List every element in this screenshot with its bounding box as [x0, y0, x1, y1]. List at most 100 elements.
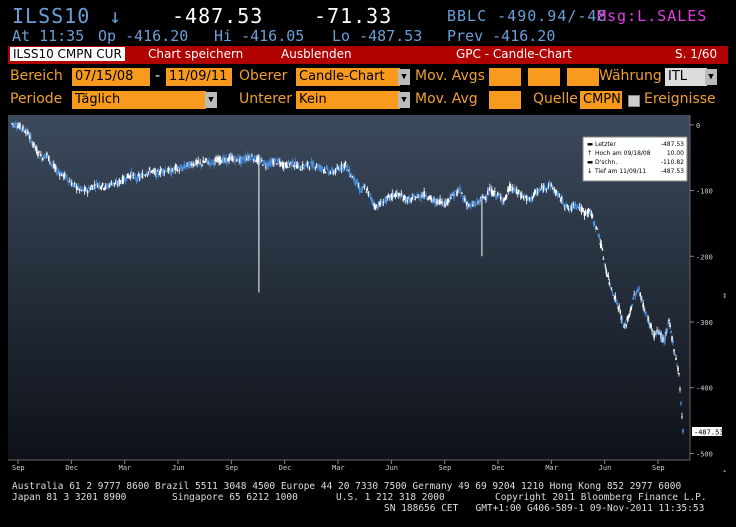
candle-body — [80, 190, 83, 192]
candle-body — [517, 189, 520, 193]
x-tick-label: Dec — [279, 464, 292, 472]
candle-body — [609, 283, 612, 285]
candle-body — [450, 197, 452, 199]
candle-body — [399, 197, 402, 199]
candle-body — [303, 166, 306, 168]
legend-label: Letzter — [595, 141, 616, 148]
legend-box: ▬ Letzter -487.53↑ Hoch am 09/18/08 10.00▬ D'… — [582, 136, 688, 182]
candle-body — [591, 214, 594, 218]
candle-body — [316, 167, 319, 169]
time-label: At 11:35 — [12, 27, 85, 45]
upper-chart-select[interactable]: Candle-Chart — [296, 68, 400, 86]
chevron-down-icon[interactable]: ▼ — [398, 69, 410, 85]
last-price: -487.53 — [172, 4, 264, 28]
period-select[interactable]: Täglich — [72, 91, 206, 109]
end-date-field[interactable]: 11/09/11 — [166, 68, 232, 86]
candle-body — [454, 194, 456, 196]
y-tick-label: -100 — [696, 188, 713, 196]
candle-body — [115, 180, 118, 183]
events-checkbox[interactable] — [628, 95, 640, 107]
candle-body — [276, 163, 278, 165]
candle-body — [673, 349, 675, 352]
candle-body — [47, 154, 49, 156]
candle-body — [158, 174, 161, 176]
movavg-field[interactable] — [489, 91, 521, 109]
candle-body — [188, 162, 191, 168]
page-indicator: S. 1/60 — [675, 47, 718, 61]
candle-body — [385, 197, 388, 203]
hide-button[interactable]: Ausblenden — [281, 47, 352, 61]
scroll-handle-icon[interactable]: ↕ — [722, 291, 727, 301]
candle-body — [493, 193, 495, 196]
candle-body — [615, 299, 618, 301]
source-field[interactable]: CMPN — [580, 91, 622, 109]
candle-body — [625, 324, 628, 326]
candle-body — [574, 203, 577, 207]
candle-body — [635, 291, 638, 295]
ticker-symbol[interactable]: ILSS10 — [12, 4, 90, 28]
candle-body — [172, 170, 175, 172]
candle-body — [497, 192, 499, 195]
candle-body — [516, 192, 519, 194]
movavg-field-3[interactable] — [567, 68, 599, 86]
legend-label: Tief am 11/09/11 — [594, 168, 646, 175]
movavg-field-2[interactable] — [528, 68, 560, 86]
footer-contacts-us: U.S. 1 212 318 2000 — [336, 492, 445, 503]
y-tick-label: -500 — [696, 450, 713, 458]
candle-body — [123, 177, 126, 180]
candle-body — [55, 166, 57, 170]
chevron-down-icon[interactable]: ▼ — [398, 92, 410, 108]
candle-body — [76, 188, 79, 190]
currency-select[interactable]: ITL — [665, 68, 707, 86]
date-separator: - — [155, 68, 161, 84]
message-indicator[interactable]: Msg:L.SALES — [597, 7, 707, 25]
candle-body — [602, 258, 605, 260]
lower-label: Unterer — [239, 91, 293, 107]
candle-body — [650, 325, 652, 328]
candle-body — [634, 295, 637, 298]
candle-body — [677, 367, 679, 371]
candle-body — [537, 190, 540, 193]
candle-body — [61, 171, 64, 175]
candle-body — [496, 195, 498, 199]
chevron-down-icon[interactable]: ▼ — [705, 69, 717, 85]
candle-body — [209, 163, 211, 166]
candle-body — [350, 174, 353, 177]
candle-body — [356, 181, 359, 185]
candle-body — [572, 203, 575, 205]
candle-body — [359, 191, 362, 193]
candle-body — [65, 174, 68, 177]
candle-body — [603, 263, 606, 265]
candle-body — [199, 162, 201, 164]
candle-body — [279, 160, 281, 164]
candle-body — [595, 226, 598, 229]
x-tick-label: Mar — [545, 464, 558, 472]
chevron-down-icon[interactable]: ▼ — [205, 92, 217, 108]
candle-body — [631, 304, 634, 307]
candle-body — [39, 157, 41, 159]
movavg-field-1[interactable] — [489, 68, 521, 86]
candle-body — [439, 198, 441, 204]
candle-chart[interactable]: 0 -100 -200 -300 -400 -500 Sep Dec Mar Jun Sep Dec… — [0, 115, 736, 472]
candle-body — [373, 203, 376, 207]
candle-body — [503, 199, 505, 202]
scroll-handle-icon[interactable]: ↕ — [722, 468, 727, 472]
candle-body — [669, 324, 671, 327]
candle-body — [318, 165, 321, 170]
candle-body — [204, 160, 206, 162]
candle-body — [610, 287, 613, 289]
candle-body — [286, 166, 289, 168]
save-chart-button[interactable]: Chart speichern — [148, 47, 243, 61]
candle-body — [485, 198, 487, 200]
candle-body — [324, 171, 327, 173]
candle-body — [622, 325, 625, 327]
lower-chart-select[interactable]: Kein — [296, 91, 400, 109]
candle-body — [413, 194, 416, 197]
candle-body — [567, 209, 570, 211]
start-date-field[interactable]: 07/15/08 — [72, 68, 150, 86]
candle-body — [105, 184, 108, 187]
security-tab[interactable]: ILSS10 CMPN CUR — [10, 47, 125, 61]
candle-body — [36, 149, 38, 154]
candle-body — [653, 334, 655, 339]
high-price: Hi -416.05 — [214, 27, 305, 45]
